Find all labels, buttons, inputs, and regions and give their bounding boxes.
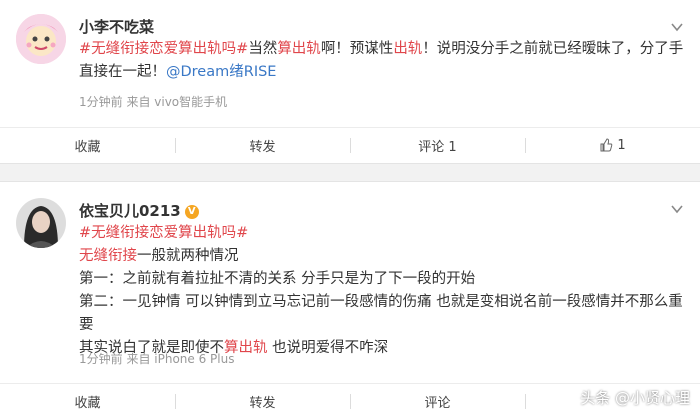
photo-avatar-icon (16, 198, 66, 248)
collect-button[interactable]: 收藏 (0, 128, 175, 162)
chevron-down-icon[interactable] (670, 20, 684, 34)
username[interactable]: 小李不吃菜 (79, 16, 154, 37)
thumbs-up-icon (600, 138, 613, 152)
avatar[interactable] (16, 198, 66, 248)
post-text: #无缝衔接恋爱算出轨吗#当然算出轨啊！预谋性出轨！说明没分手之前就已经暧昧了，分… (79, 41, 684, 80)
post-meta: 1分钟前 来自 iPhone 6 Plus (79, 352, 235, 366)
comment-button[interactable]: 评论 1 (350, 128, 525, 162)
like-button[interactable]: 1 (525, 128, 700, 162)
repost-button[interactable]: 转发 (175, 384, 350, 416)
post-meta: 1分钟前 来自 vivo智能手机 (79, 95, 228, 109)
avatar[interactable] (16, 14, 66, 64)
hashtag-link[interactable]: #无缝衔接恋爱算出轨吗# (79, 41, 248, 57)
mention-link[interactable]: @Dream绪RISE (166, 64, 276, 80)
weibo-post-1: 小李不吃菜 #无缝衔接恋爱算出轨吗#当然算出轨啊！预谋性出轨！说明没分手之前就已… (0, 0, 700, 164)
card-divider (0, 165, 700, 181)
watermark: 头条 @小贤心理 (580, 389, 690, 407)
chevron-down-icon[interactable] (670, 202, 684, 216)
cartoon-avatar-icon (16, 14, 66, 64)
action-bar: 收藏 转发 评论 1 1 (0, 127, 700, 162)
username[interactable]: 依宝贝儿0213 V (79, 200, 199, 221)
collect-button[interactable]: 收藏 (0, 384, 175, 416)
verified-badge-icon: V (184, 204, 199, 219)
weibo-post-2: 依宝贝儿0213 V #无缝衔接恋爱算出轨吗# 无缝衔接一般就两种情况 第一：之前… (0, 181, 700, 416)
post-text: #无缝衔接恋爱算出轨吗# 无缝衔接一般就两种情况 第一：之前就有着拉扯不清的关系… (79, 225, 683, 356)
comment-button[interactable]: 评论 (350, 384, 525, 416)
hashtag-link[interactable]: #无缝衔接恋爱算出轨吗# (79, 225, 248, 241)
repost-button[interactable]: 转发 (175, 128, 350, 162)
